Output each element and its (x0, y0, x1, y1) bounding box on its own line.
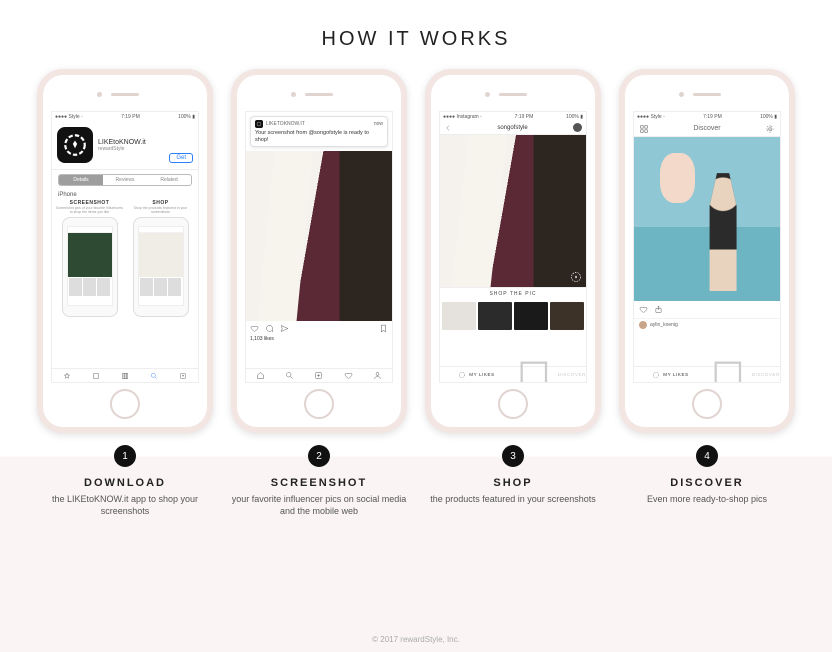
star-icon (63, 372, 71, 380)
notif-body: Your screenshot from @songofstyle is rea… (255, 130, 383, 143)
discover-icon (707, 354, 749, 383)
tab-discover[interactable]: DISCOVER (513, 367, 586, 382)
caption-title-2: SCREENSHOT (231, 477, 407, 489)
screen-shop: ●●●● Instagram ◦ 7:19 PM 100% ▮ songofst… (439, 111, 587, 383)
phone-1: ●●●● Style ◦ 7:19 PM 100% ▮ LIKEtoKNOW.i… (37, 69, 213, 433)
nav-title: songofstyle (497, 125, 527, 131)
notif-app-name: LIKETOKNOW.IT (266, 121, 305, 127)
phone-4: ●●●● Style ◦ 7:19 PM 100% ▮ Discover (619, 69, 795, 433)
send-icon (280, 324, 289, 333)
discover-icon (513, 354, 555, 383)
comment-icon (265, 324, 274, 333)
tab-discover[interactable]: DISCOVER (707, 367, 780, 382)
caption-body-2: your favorite influencer pics on social … (231, 493, 407, 517)
step-badge-1: 1 (114, 445, 136, 467)
phone-row: ●●●● Style ◦ 7:19 PM 100% ▮ LIKEtoKNOW.i… (0, 69, 832, 433)
home-button[interactable] (110, 389, 140, 419)
updates-icon (179, 372, 187, 380)
gear-icon[interactable] (765, 124, 775, 134)
home-button[interactable] (498, 389, 528, 419)
captions-row: DOWNLOAD the LIKEtoKNOW.it app to shop y… (0, 477, 832, 517)
notif-app-icon (255, 120, 263, 128)
ltk-badge-icon (570, 271, 582, 283)
tab-related: Related (147, 175, 191, 185)
caption-body-3: the products featured in your screenshot… (425, 493, 601, 505)
page-title: HOW IT WORKS (0, 28, 832, 51)
product-thumb[interactable] (514, 302, 548, 330)
step-badge-4: 4 (696, 445, 718, 467)
caption-body-4: Even more ready-to-shop pics (619, 493, 795, 505)
notification-banner[interactable]: LIKETOKNOW.IT now Your screenshot from @… (250, 116, 388, 147)
user-handle: aylin_koenig (650, 322, 678, 328)
caption-title-3: SHOP (425, 477, 601, 489)
status-bar: ●●●● Style ◦ 7:19 PM 100% ▮ (52, 112, 198, 121)
step-badge-2: 2 (308, 445, 330, 467)
segmented-control[interactable]: Details Reviews Related (58, 174, 192, 186)
profile-icon (373, 371, 382, 380)
preview-sub-1: Screenshot pics of your favorite influen… (56, 207, 123, 215)
app-tabbar[interactable]: MY LIKES DISCOVER (634, 366, 780, 382)
discover-title: Discover (693, 125, 720, 132)
product-thumb[interactable] (478, 302, 512, 330)
home-button[interactable] (692, 389, 722, 419)
main-photo[interactable] (440, 135, 586, 287)
user-avatar (639, 321, 647, 329)
app-name: LIKEtoKNOW.it (98, 139, 146, 146)
ltk-logo-icon (458, 371, 466, 379)
footer-copyright: © 2017 rewardStyle, Inc. (0, 635, 832, 644)
get-button[interactable]: Get (169, 153, 193, 163)
post-actions[interactable] (246, 321, 392, 336)
platform-label: iPhone (52, 190, 198, 200)
heart-icon (639, 305, 648, 314)
grid-icon[interactable] (639, 124, 649, 134)
app-tabbar[interactable]: MY LIKES DISCOVER (440, 366, 586, 382)
status-bar: ●●●● Instagram ◦ 7:19 PM 100% ▮ (440, 112, 586, 121)
photo-actions[interactable] (634, 301, 780, 319)
like-count: 1,103 likes (246, 336, 392, 342)
search-icon (285, 371, 294, 380)
screen-notification: LIKETOKNOW.IT now Your screenshot from @… (245, 111, 393, 383)
screen-appstore: ●●●● Style ◦ 7:19 PM 100% ▮ LIKEtoKNOW.i… (51, 111, 199, 383)
instagram-photo[interactable] (246, 151, 392, 321)
app-icon (57, 127, 93, 163)
add-icon (314, 371, 323, 380)
user-row[interactable]: aylin_koenig (634, 319, 780, 331)
home-button[interactable] (304, 389, 334, 419)
caption-title-4: DISCOVER (619, 477, 795, 489)
heart-icon (250, 324, 259, 333)
heart-icon (344, 371, 353, 380)
step-badge-3: 3 (502, 445, 524, 467)
product-thumb[interactable] (442, 302, 476, 330)
caption-body-1: the LIKEtoKNOW.it app to shop your scree… (37, 493, 213, 517)
bookmark-icon (379, 324, 388, 333)
charts-icon (121, 372, 129, 380)
tab-reviews: Reviews (103, 175, 147, 185)
categories-icon (92, 372, 100, 380)
avatar[interactable] (573, 123, 582, 132)
app-vendor: rewardStyle (98, 146, 146, 152)
discover-header: Discover (634, 121, 780, 137)
phone-2: LIKETOKNOW.IT now Your screenshot from @… (231, 69, 407, 433)
back-icon[interactable] (444, 124, 452, 132)
share-icon (654, 305, 663, 314)
screen-discover: ●●●● Style ◦ 7:19 PM 100% ▮ Discover (633, 111, 781, 383)
discover-photo[interactable] (634, 137, 780, 301)
tab-details: Details (59, 175, 103, 185)
shop-the-pic-label: SHOP THE PIC (440, 287, 586, 300)
search-icon (150, 372, 158, 380)
ltk-logo-icon (652, 371, 660, 379)
instagram-tabbar[interactable] (246, 368, 392, 382)
home-icon (256, 371, 265, 380)
status-bar: ●●●● Style ◦ 7:19 PM 100% ▮ (634, 112, 780, 121)
product-strip[interactable] (440, 300, 586, 332)
product-thumb[interactable] (550, 302, 584, 330)
preview-sub-2: Shop the products featured in your scree… (127, 207, 194, 215)
phone-3: ●●●● Instagram ◦ 7:19 PM 100% ▮ songofst… (425, 69, 601, 433)
notif-when: now (374, 121, 383, 127)
caption-title-1: DOWNLOAD (37, 477, 213, 489)
appstore-tabbar[interactable] (52, 368, 198, 382)
nav-bar: songofstyle (440, 121, 586, 135)
tab-mylikes[interactable]: MY LIKES (440, 367, 513, 382)
tab-mylikes[interactable]: MY LIKES (634, 367, 707, 382)
